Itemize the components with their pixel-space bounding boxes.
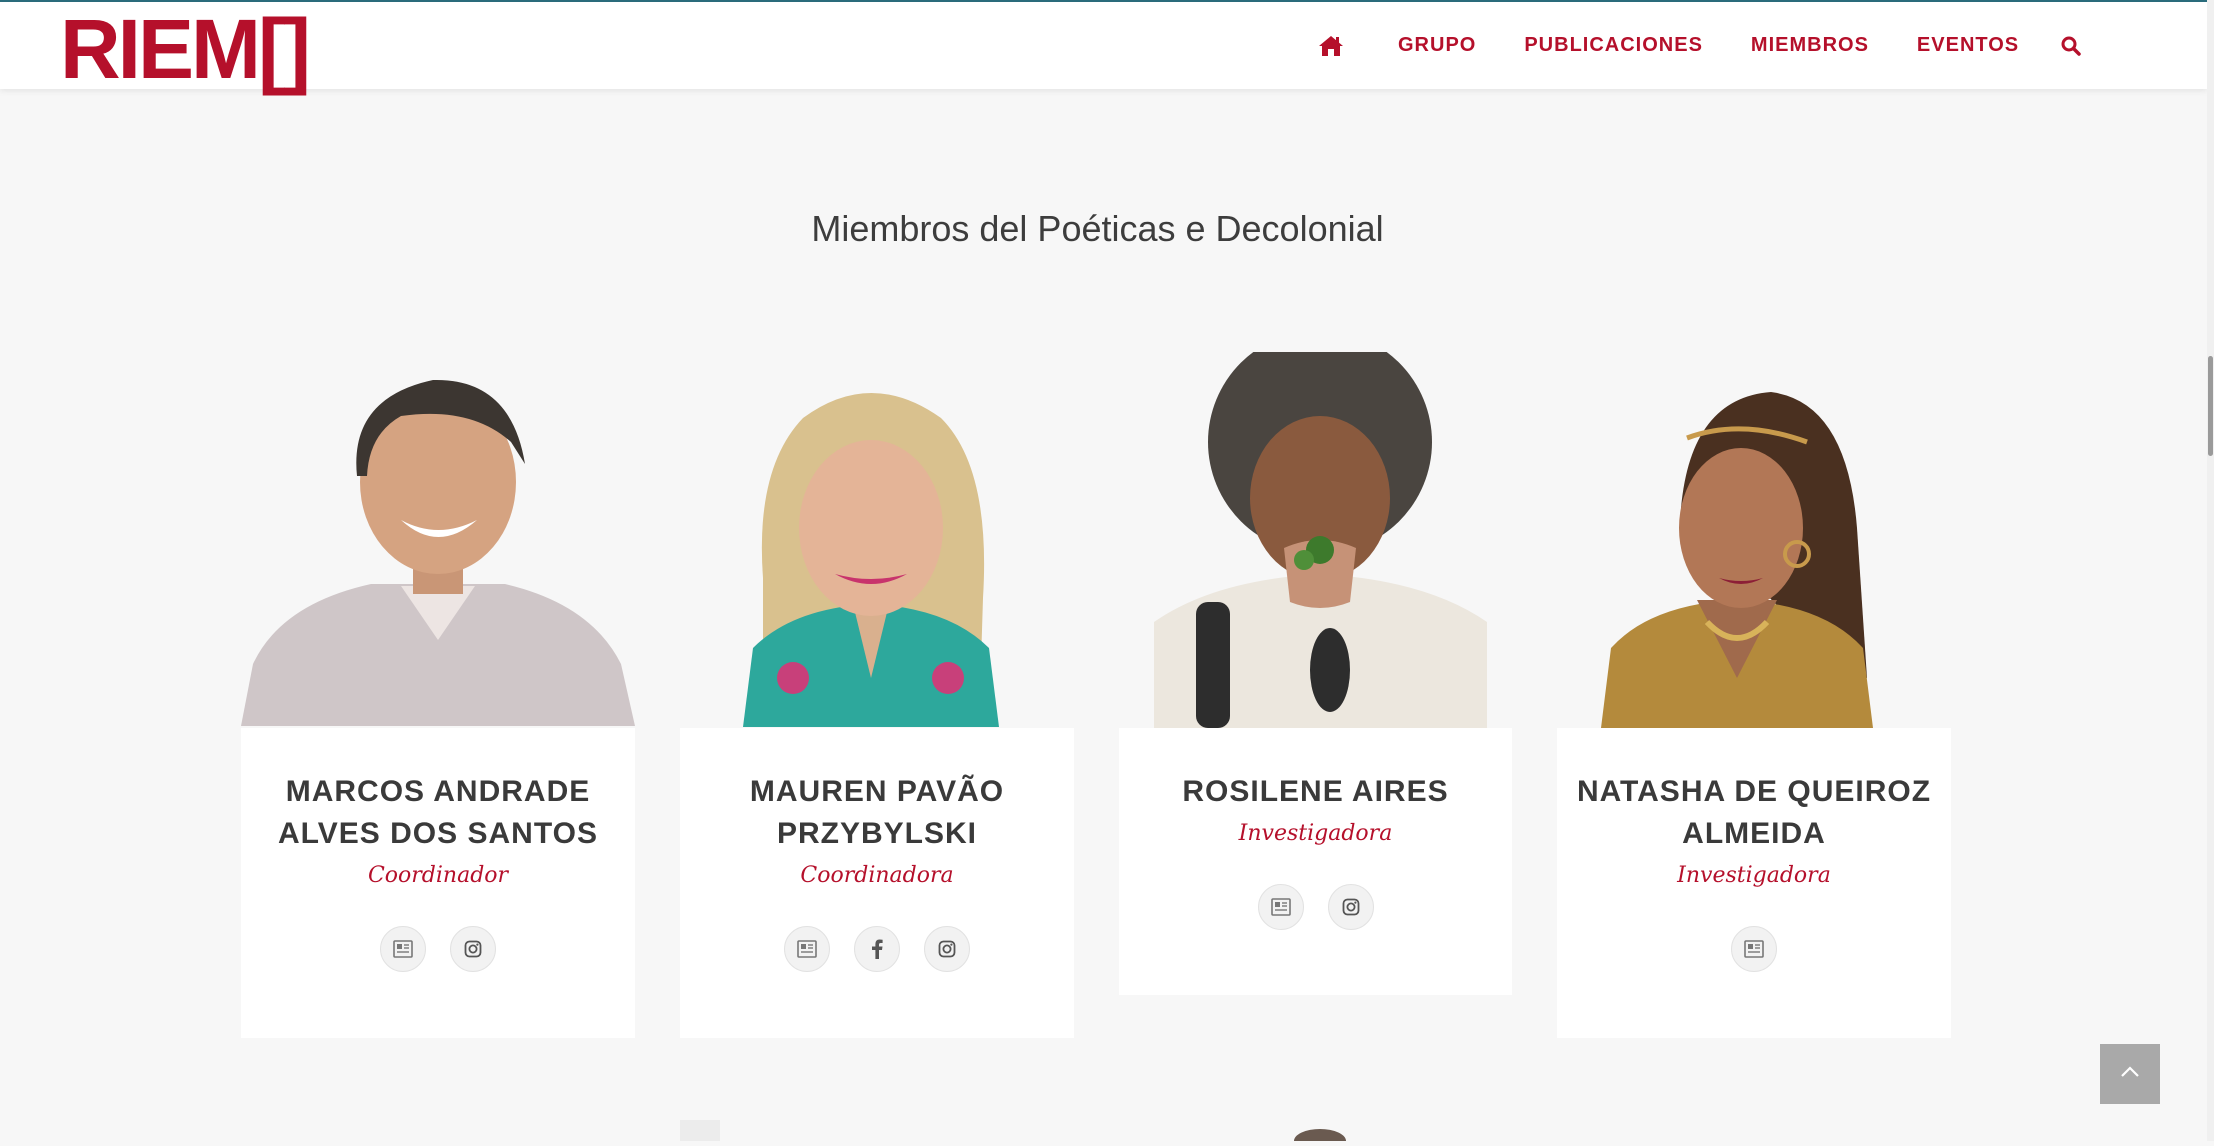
section-title: Miembros del Poéticas e Decolonial bbox=[811, 208, 1384, 249]
member-role: Coordinador bbox=[367, 863, 509, 888]
facebook-icon[interactable] bbox=[854, 926, 900, 972]
member-photo[interactable] bbox=[1154, 352, 1487, 728]
member-role: Coordinadora bbox=[800, 863, 954, 888]
search-icon[interactable] bbox=[2061, 36, 2081, 56]
member-photo[interactable] bbox=[1601, 378, 1890, 728]
logo-text: RIEM[] bbox=[60, 2, 311, 96]
member-card: MAUREN PAVÃO PRZYBYLSKI Coordinadora bbox=[680, 728, 1074, 1038]
social-links bbox=[1119, 884, 1512, 930]
lattes-icon[interactable] bbox=[1731, 926, 1777, 972]
chevron-up-icon bbox=[2120, 1065, 2140, 1083]
instagram-icon[interactable] bbox=[924, 926, 970, 972]
site-header: RIEM[] GRUPO PUBLICACIONES MIEMBROS EVEN… bbox=[0, 2, 2207, 91]
nav-item-eventos[interactable]: EVENTOS bbox=[1917, 34, 2019, 57]
member-role: Investigadora bbox=[1677, 863, 1831, 888]
home-icon[interactable] bbox=[1318, 35, 1344, 57]
social-links bbox=[241, 926, 635, 972]
member-card: MARCOS ANDRADE ALVES DOS SANTOS Coordina… bbox=[241, 728, 635, 1038]
member-card: NATASHA DE QUEIROZ ALMEIDA Investigadora bbox=[1557, 728, 1951, 1038]
page-scrollbar[interactable] bbox=[2207, 0, 2214, 1141]
instagram-icon[interactable] bbox=[450, 926, 496, 972]
member-name[interactable]: NATASHA DE QUEIROZ ALMEIDA bbox=[1557, 771, 1951, 855]
lattes-icon[interactable] bbox=[380, 926, 426, 972]
member-photo-partial bbox=[1290, 1120, 1350, 1146]
member-role: Investigadora bbox=[1238, 821, 1393, 846]
instagram-icon[interactable] bbox=[1327, 884, 1374, 930]
nav-item-miembros[interactable]: MIEMBROS bbox=[1751, 34, 1869, 57]
site-logo[interactable]: RIEM[] bbox=[60, 7, 311, 91]
member-name[interactable]: MARCOS ANDRADE ALVES DOS SANTOS bbox=[241, 771, 635, 855]
member-photo[interactable] bbox=[743, 378, 999, 727]
back-to-top-button[interactable] bbox=[2100, 1044, 2160, 1104]
member-name[interactable]: ROSILENE AIRES bbox=[1119, 771, 1512, 813]
scrollbar-thumb[interactable] bbox=[2208, 356, 2213, 456]
member-name[interactable]: MAUREN PAVÃO PRZYBYLSKI bbox=[680, 771, 1074, 855]
nav-item-publicaciones[interactable]: PUBLICACIONES bbox=[1524, 34, 1703, 57]
member-photo-partial bbox=[680, 1120, 720, 1141]
nav-item-grupo[interactable]: GRUPO bbox=[1398, 34, 1476, 57]
member-photo[interactable] bbox=[241, 372, 635, 726]
member-card: ROSILENE AIRES Investigadora bbox=[1119, 728, 1512, 995]
lattes-icon[interactable] bbox=[1257, 884, 1304, 930]
social-links bbox=[680, 926, 1074, 972]
lattes-icon[interactable] bbox=[784, 926, 830, 972]
social-links bbox=[1557, 926, 1951, 972]
main-nav: GRUPO PUBLICACIONES MIEMBROS EVENTOS bbox=[1318, 2, 2081, 89]
